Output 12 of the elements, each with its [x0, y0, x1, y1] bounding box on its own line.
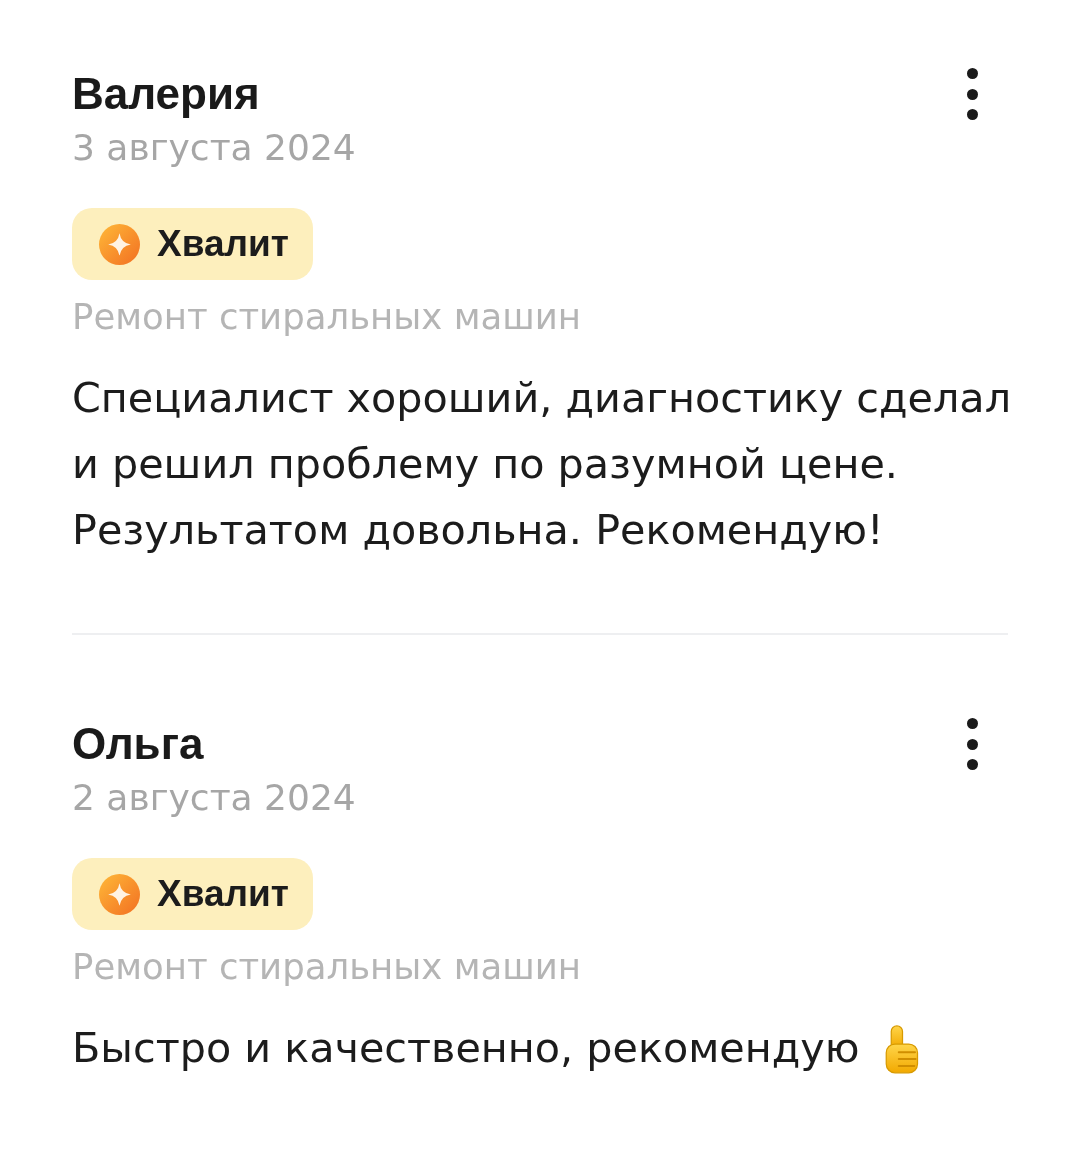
review-text: Специалист хороший, диагностику сделал и решил проблему по разумной цене. Результатом довольна. Рекомендую! — [72, 374, 1012, 554]
review-date: 2 августа 2024 — [72, 776, 356, 820]
badge-label: Хвалит — [157, 223, 289, 265]
author-name: Ольга — [72, 721, 204, 767]
author-name: Валерия — [72, 71, 260, 117]
service-category: Ремонт стиральных машин — [72, 945, 581, 989]
review-text: Быстро и качественно, рекомендую — [72, 1024, 860, 1072]
sparkle-icon — [99, 223, 140, 265]
service-category: Ремонт стиральных машин — [72, 295, 581, 339]
sparkle-icon — [99, 873, 140, 915]
review-date: 3 августа 2024 — [72, 126, 356, 170]
badge-label: Хвалит — [157, 873, 289, 915]
